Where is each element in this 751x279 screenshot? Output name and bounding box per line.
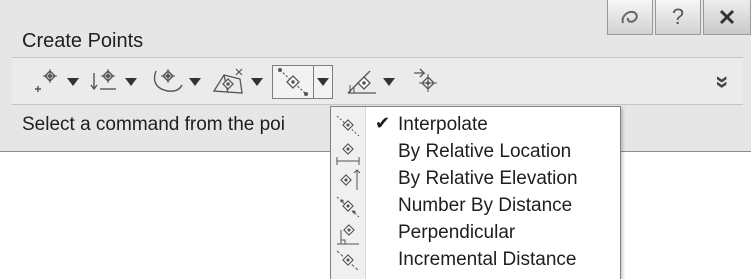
status-prompt: Select a command from the poi	[22, 114, 285, 135]
menu-item-label: By Relative Location	[398, 141, 572, 162]
toolbar-overflow-button[interactable]: »	[708, 75, 736, 88]
menu-item-by-relative-location[interactable]: By Relative Location	[331, 140, 620, 166]
dropdown-arrow-icon[interactable]	[383, 78, 395, 86]
number-by-distance-icon	[336, 196, 360, 218]
close-button[interactable]	[703, 0, 751, 35]
elevation-point-icon	[90, 69, 116, 91]
interpolate-icon	[336, 115, 360, 137]
convert-points-tool[interactable]	[410, 65, 444, 99]
menu-item-label: Number By Distance	[398, 195, 573, 216]
dropdown-arrow-icon[interactable]	[125, 78, 137, 86]
interpolation-dropdown-button[interactable]	[313, 66, 332, 98]
menu-item-label: By Relative Elevation	[398, 168, 578, 189]
slope-point-icon	[347, 70, 376, 94]
perpendicular-icon	[337, 224, 359, 245]
help-button[interactable]: ?	[655, 0, 701, 35]
create-points-toolbar: »	[12, 57, 743, 105]
checkmark-icon: ✔	[375, 113, 391, 133]
dropdown-arrow-icon	[317, 78, 329, 86]
alignment-point-icon	[153, 69, 183, 92]
menu-item-label: Incremental Distance	[398, 249, 577, 270]
menu-item-label: Interpolate	[398, 114, 488, 135]
surface-points-tool[interactable]	[212, 65, 263, 99]
menu-item-by-relative-elevation[interactable]: By Relative Elevation	[331, 167, 620, 193]
close-icon	[719, 9, 735, 25]
menu-item-interpolate[interactable]: ✔ Interpolate	[331, 113, 620, 139]
interpolate-dropdown-menu: ✔ Interpolate By Relative Location By Re…	[330, 106, 621, 279]
miscellaneous-points-tool[interactable]	[32, 65, 79, 99]
interpolate-point-icon	[278, 68, 308, 96]
alignment-points-tool[interactable]	[150, 65, 201, 99]
elevation-points-tool[interactable]	[90, 65, 137, 99]
convert-point-icon	[414, 68, 437, 92]
slope-points-tool[interactable]	[346, 65, 395, 99]
miscellaneous-point-icon	[35, 69, 57, 92]
relative-location-icon	[336, 143, 360, 165]
pin-icon	[621, 10, 638, 24]
window-controls: ?	[605, 0, 751, 38]
menu-item-perpendicular[interactable]: Perpendicular	[331, 221, 620, 247]
menu-item-label: Perpendicular	[398, 222, 516, 243]
window-title: Create Points	[22, 30, 144, 52]
pin-button[interactable]	[607, 0, 653, 35]
interpolation-points-tool[interactable]	[272, 65, 333, 99]
dropdown-arrow-icon[interactable]	[189, 78, 201, 86]
surface-point-icon	[212, 68, 243, 94]
dropdown-arrow-icon[interactable]	[67, 78, 79, 86]
menu-item-number-by-distance[interactable]: Number By Distance	[331, 194, 620, 220]
menu-item-incremental-distance[interactable]: Incremental Distance	[331, 248, 620, 274]
incremental-distance-icon	[336, 250, 360, 272]
relative-elevation-icon	[340, 169, 361, 190]
dropdown-arrow-icon[interactable]	[251, 78, 263, 86]
